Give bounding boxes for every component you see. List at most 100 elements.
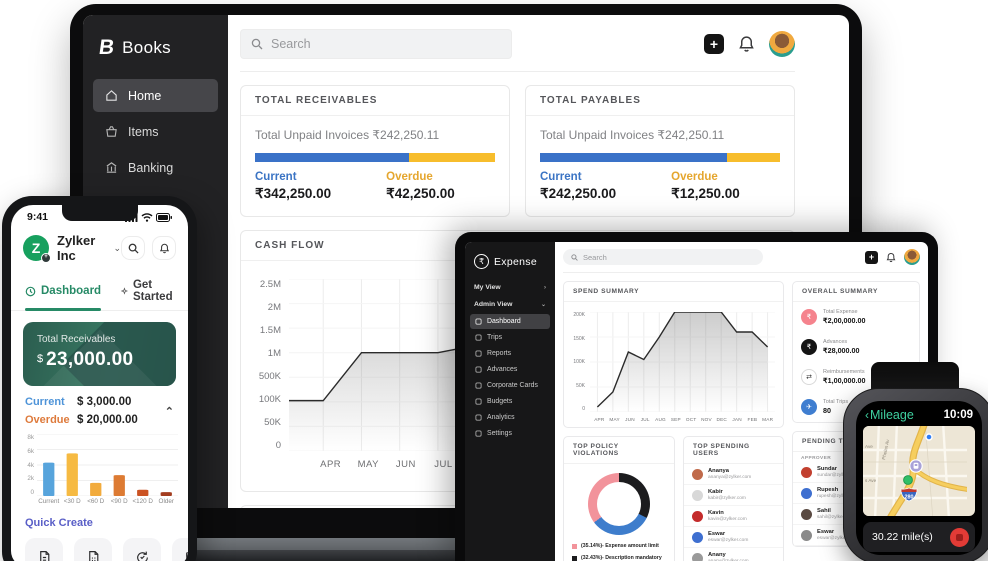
sidebar-item-budgets[interactable]: Budgets <box>470 394 550 409</box>
user-avatar <box>801 467 812 478</box>
add-new-button[interactable]: + <box>704 34 724 54</box>
quick-create-estimate[interactable]: Estimate <box>74 538 112 561</box>
subscription-refresh-icon <box>135 550 150 561</box>
watch-app-title[interactable]: Mileage <box>870 408 914 422</box>
sidebar-group-my-view[interactable]: My View › <box>465 279 555 296</box>
advances-icon <box>475 366 482 373</box>
sidebar-item-settings[interactable]: Settings <box>470 426 550 441</box>
unpaid-invoices-text: Total Unpaid Invoices ₹242,250.11 <box>540 128 780 142</box>
quick-create-product[interactable]: Product <box>172 538 188 561</box>
org-name[interactable]: Zylker Inc <box>57 233 110 263</box>
chevron-down-icon: ⌄ <box>113 243 121 254</box>
quick-create-invoice[interactable]: Invoice <box>25 538 63 561</box>
unpaid-invoices-text: Total Unpaid Invoices ₹242,250.11 <box>255 128 495 142</box>
summary-icon: ₹ <box>801 339 817 355</box>
sidebar-item-trips[interactable]: Trips <box>470 330 550 345</box>
org-logo[interactable]: Z + <box>23 235 49 261</box>
sidebar-item-dashboard[interactable]: Dashboard <box>470 314 550 329</box>
sidebar-item-label: Advances <box>487 366 517 373</box>
user-name: Anany <box>708 552 749 558</box>
x-tick-label: MAR <box>762 417 773 422</box>
sidebar-item-items[interactable]: Items <box>93 115 218 148</box>
search-input[interactable]: Search <box>563 249 763 265</box>
sidebar-item-label: Corporate Cards <box>487 382 538 389</box>
tab-label: Get Started <box>133 279 176 303</box>
notifications-bell-icon[interactable] <box>886 252 896 263</box>
map-graphic: Phelan Av Ave s Ave 28 <box>863 426 967 516</box>
summary-row: ₹ Advances ₹28,000.00 <box>793 332 919 362</box>
spending-user-row[interactable]: Kavin kavin@zylker.com <box>684 506 783 527</box>
sidebar-item-label: Budgets <box>487 398 512 405</box>
search-input[interactable]: Search <box>240 29 512 59</box>
y-tick-label: 1M <box>249 348 281 359</box>
x-tick-label: OCT <box>686 417 697 422</box>
x-tick-label: FEB <box>748 417 758 422</box>
quick-create-section: Quick Create Invoice Estimate Subscripti… <box>11 505 188 561</box>
collapse-chevron-icon[interactable]: ⌃ <box>165 405 174 418</box>
sidebar-item-home[interactable]: Home <box>93 79 218 112</box>
user-avatar[interactable] <box>769 31 795 57</box>
y-tick-label: 1.5M <box>249 325 281 336</box>
search-button[interactable] <box>121 236 145 260</box>
summary-icon: ⇄ <box>801 369 817 385</box>
legend-item: (35.14%)- Expense amount limit <box>572 543 666 550</box>
expense-sidebar: ₹ Expense My View › Admin View ⌄ Dashboa… <box>465 242 555 561</box>
estimate-icon <box>86 550 101 561</box>
budgets-icon <box>475 398 482 405</box>
spending-user-row[interactable]: Ananya ananya@zylker.com <box>684 464 783 485</box>
spending-user-row[interactable]: Kabir kabir@zylker.com <box>684 485 783 506</box>
x-axis-labels: APRMAYJUNJULAUGSEPOCTNOVDECJANFEBMAR <box>592 417 775 425</box>
chevron-right-icon: › <box>544 285 546 291</box>
spending-user-row[interactable]: Anany anany@zylker.com <box>684 548 783 561</box>
current-label: Current <box>255 171 331 183</box>
current-location-dot <box>926 434 932 440</box>
sidebar-item-advances[interactable]: Advances <box>470 362 550 377</box>
total-payables-card: TOTAL PAYABLES Total Unpaid Invoices ₹24… <box>525 85 795 217</box>
quick-create-subscription[interactable]: Subscription <box>123 538 161 561</box>
total-receivables-banner[interactable]: Total Receivables $23,000.00 <box>23 322 176 386</box>
sidebar-item-corporate-cards[interactable]: Corporate Cards <box>470 378 550 393</box>
x-tick-label: JAN <box>732 417 741 422</box>
search-placeholder: Search <box>271 37 311 51</box>
tab-get-started[interactable]: Get Started <box>121 273 176 310</box>
current-bar-segment <box>540 153 727 162</box>
current-value: $ 3,000.00 <box>77 396 138 408</box>
sidebar-item-banking[interactable]: Banking <box>93 151 218 184</box>
policy-violations-donut-chart <box>588 473 650 535</box>
donut-legend: (35.14%)- Expense amount limit (32.43%)-… <box>564 543 674 561</box>
stop-recording-button[interactable] <box>950 528 969 547</box>
current-bar-segment <box>255 153 409 162</box>
group-label: My View <box>474 284 501 291</box>
expense-topbar: Search + <box>563 249 920 265</box>
divider <box>240 71 795 72</box>
user-avatar <box>801 530 812 541</box>
legend-label: (35.14%)- Expense amount limit <box>581 543 659 550</box>
sidebar-item-analytics[interactable]: Analytics <box>470 410 550 425</box>
tab-dashboard[interactable]: Dashboard <box>25 273 101 310</box>
y-tick-label: 100K <box>249 394 281 405</box>
search-icon <box>251 38 263 50</box>
dashboard-icon <box>475 318 482 325</box>
x-tick-label: <60 D <box>84 498 108 505</box>
notifications-bell-icon <box>159 243 170 254</box>
card-title: TOTAL PAYABLES <box>526 86 794 116</box>
sidebar-group-admin-view[interactable]: Admin View ⌄ <box>465 296 555 313</box>
user-avatar[interactable] <box>904 249 920 265</box>
notifications-button[interactable] <box>152 236 176 260</box>
user-avatar <box>692 490 703 501</box>
map-view[interactable]: Phelan Av Ave s Ave 28 <box>863 426 975 516</box>
legend-item: (32.43%)- Description mandatory <box>572 555 666 561</box>
user-email: eswar@zylker.com <box>708 538 748 543</box>
spending-user-row[interactable]: Eswar eswar@zylker.com <box>684 527 783 548</box>
sidebar-item-reports[interactable]: Reports <box>470 346 550 361</box>
watch-screen: ‹ Mileage 10:09 <box>856 401 982 555</box>
watch-body: ‹ Mileage 10:09 <box>843 388 988 561</box>
org-initial: Z <box>32 240 41 256</box>
notifications-bell-icon[interactable] <box>738 35 755 53</box>
x-tick-label: Older <box>155 498 179 505</box>
x-tick-label: APR <box>320 459 341 470</box>
sidebar-item-label: Analytics <box>487 414 515 421</box>
back-chevron-icon[interactable]: ‹ <box>865 408 869 422</box>
add-new-button[interactable]: + <box>865 251 878 264</box>
overdue-value: ₹42,250.00 <box>386 186 455 202</box>
